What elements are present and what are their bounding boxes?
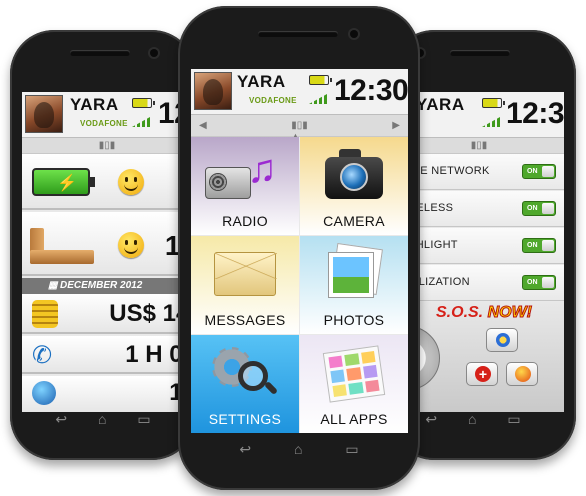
left-phone-screen: YARA VODAFONE 12 ▮▯▮ ⚡ 1 10 ▦	[22, 92, 192, 412]
battery-icon-center	[309, 75, 332, 85]
tile-label: ALL APPS	[320, 411, 388, 427]
call-time-row[interactable]: ✆ 1 H 08	[22, 336, 192, 374]
toggle-switch[interactable]: ON	[522, 164, 556, 179]
tile-radio[interactable]: ♫ RADIO	[191, 137, 299, 235]
emergency-contact-button[interactable]	[486, 328, 518, 352]
toggle-switch[interactable]: ON	[522, 201, 556, 216]
home-icon[interactable]: ⌂	[468, 411, 476, 427]
medical-cross-button[interactable]: +	[466, 362, 498, 386]
tile-label: PHOTOS	[323, 312, 385, 328]
signal-icon-center	[309, 94, 327, 104]
sos-title-a: S.O.S.	[436, 304, 484, 321]
settings-gear-icon	[210, 343, 280, 399]
recent-apps-icon[interactable]: ▭	[507, 411, 520, 428]
data-usage-row[interactable]: 15	[22, 376, 192, 412]
carrier-name-center: VODAFONE	[249, 96, 297, 105]
tile-settings[interactable]: SETTINGS	[191, 335, 299, 433]
tile-label: MESSAGES	[204, 312, 286, 328]
tile-messages[interactable]: MESSAGES	[191, 236, 299, 334]
toggle-switch[interactable]: ON	[522, 238, 556, 253]
pages-icon: ▮▯▮	[98, 140, 116, 151]
happy-smiley-icon-2	[118, 232, 144, 258]
photos-icon	[326, 243, 383, 302]
pages-icon-right: ▮▯▮	[470, 140, 488, 151]
sos-title: S.O.S. NOW!	[436, 304, 533, 322]
tile-photos[interactable]: PHOTOS	[300, 236, 408, 334]
back-icon[interactable]: ↩	[55, 411, 67, 428]
alarm-icon	[515, 366, 531, 382]
tile-label: RADIO	[222, 213, 268, 229]
left-arrow-icon[interactable]: ◀	[199, 115, 207, 137]
user-name-right: YARA	[416, 95, 465, 114]
signal-icon	[132, 117, 150, 127]
signal-icon-right	[482, 117, 500, 127]
nav-bar-center: ↩ ⌂ ▭	[218, 438, 380, 460]
battery-charging-icon: ⚡	[32, 168, 95, 196]
tile-all-apps[interactable]: ALL APPS	[300, 335, 408, 433]
user-name-center: YARA	[237, 72, 286, 91]
missed-calls-icon	[30, 228, 94, 264]
page-indicator: ▮▯▮	[22, 138, 192, 154]
calendar-icon: ▦	[48, 280, 58, 291]
recent-apps-icon[interactable]: ▭	[137, 411, 150, 428]
call-log-icon: ✆	[32, 342, 53, 369]
date-banner: ▦ DECEMBER 2012	[22, 278, 192, 294]
center-phone-screen: YARA VODAFONE 12:30 ◀ ▮▯▮ ▶ ▲ ♫ RADIO CA…	[191, 69, 408, 433]
avatar-center[interactable]	[194, 72, 232, 110]
back-icon[interactable]: ↩	[425, 411, 437, 428]
avatar[interactable]	[25, 95, 63, 133]
battery-icon-right	[482, 98, 505, 108]
all-apps-icon	[322, 345, 386, 403]
alarm-button[interactable]	[506, 362, 538, 386]
radio-icon: ♫	[205, 149, 285, 201]
missed-calls-row[interactable]: 10	[22, 212, 192, 276]
camera-icon	[325, 149, 383, 201]
user-name: YARA	[70, 95, 119, 114]
back-icon[interactable]: ↩	[239, 441, 251, 458]
clock-center: 12:30	[334, 74, 408, 107]
date-banner-text: DECEMBER 2012	[60, 280, 143, 291]
battery-icon	[132, 98, 155, 108]
tile-label: SETTINGS	[208, 411, 282, 427]
tile-camera[interactable]: CAMERA	[300, 137, 408, 235]
status-header: YARA VODAFONE 12	[22, 92, 192, 138]
center-phone: YARA VODAFONE 12:30 ◀ ▮▯▮ ▶ ▲ ♫ RADIO CA…	[178, 6, 420, 490]
globe-data-icon	[32, 381, 56, 405]
envelope-icon	[214, 252, 277, 296]
recent-apps-icon[interactable]: ▭	[345, 441, 358, 458]
happy-smiley-icon	[118, 169, 144, 195]
page-nav-bar: ◀ ▮▯▮ ▶ ▲	[191, 115, 408, 141]
toggle-switch[interactable]: ON	[522, 275, 556, 290]
nav-bar-right: ↩ ⌂ ▭	[410, 408, 536, 430]
coins-icon	[32, 300, 58, 328]
contact-icon	[496, 333, 510, 347]
left-phone: YARA VODAFONE 12 ▮▯▮ ⚡ 1 10 ▦	[10, 30, 196, 460]
carrier-name: VODAFONE	[80, 119, 128, 128]
medical-cross-icon: +	[475, 366, 491, 382]
tile-label: CAMERA	[323, 213, 385, 229]
home-icon[interactable]: ⌂	[294, 441, 302, 457]
clock-right: 12:30	[506, 97, 564, 130]
credit-row[interactable]: US$ 14,	[22, 294, 192, 334]
home-icon[interactable]: ⌂	[98, 411, 106, 427]
status-header-center: YARA VODAFONE 12:30	[191, 69, 408, 115]
right-arrow-icon[interactable]: ▶	[392, 115, 400, 137]
sos-title-b: NOW!	[487, 304, 533, 322]
nav-bar: ↩ ⌂ ▭	[40, 408, 166, 430]
battery-row[interactable]: ⚡ 1	[22, 154, 192, 210]
